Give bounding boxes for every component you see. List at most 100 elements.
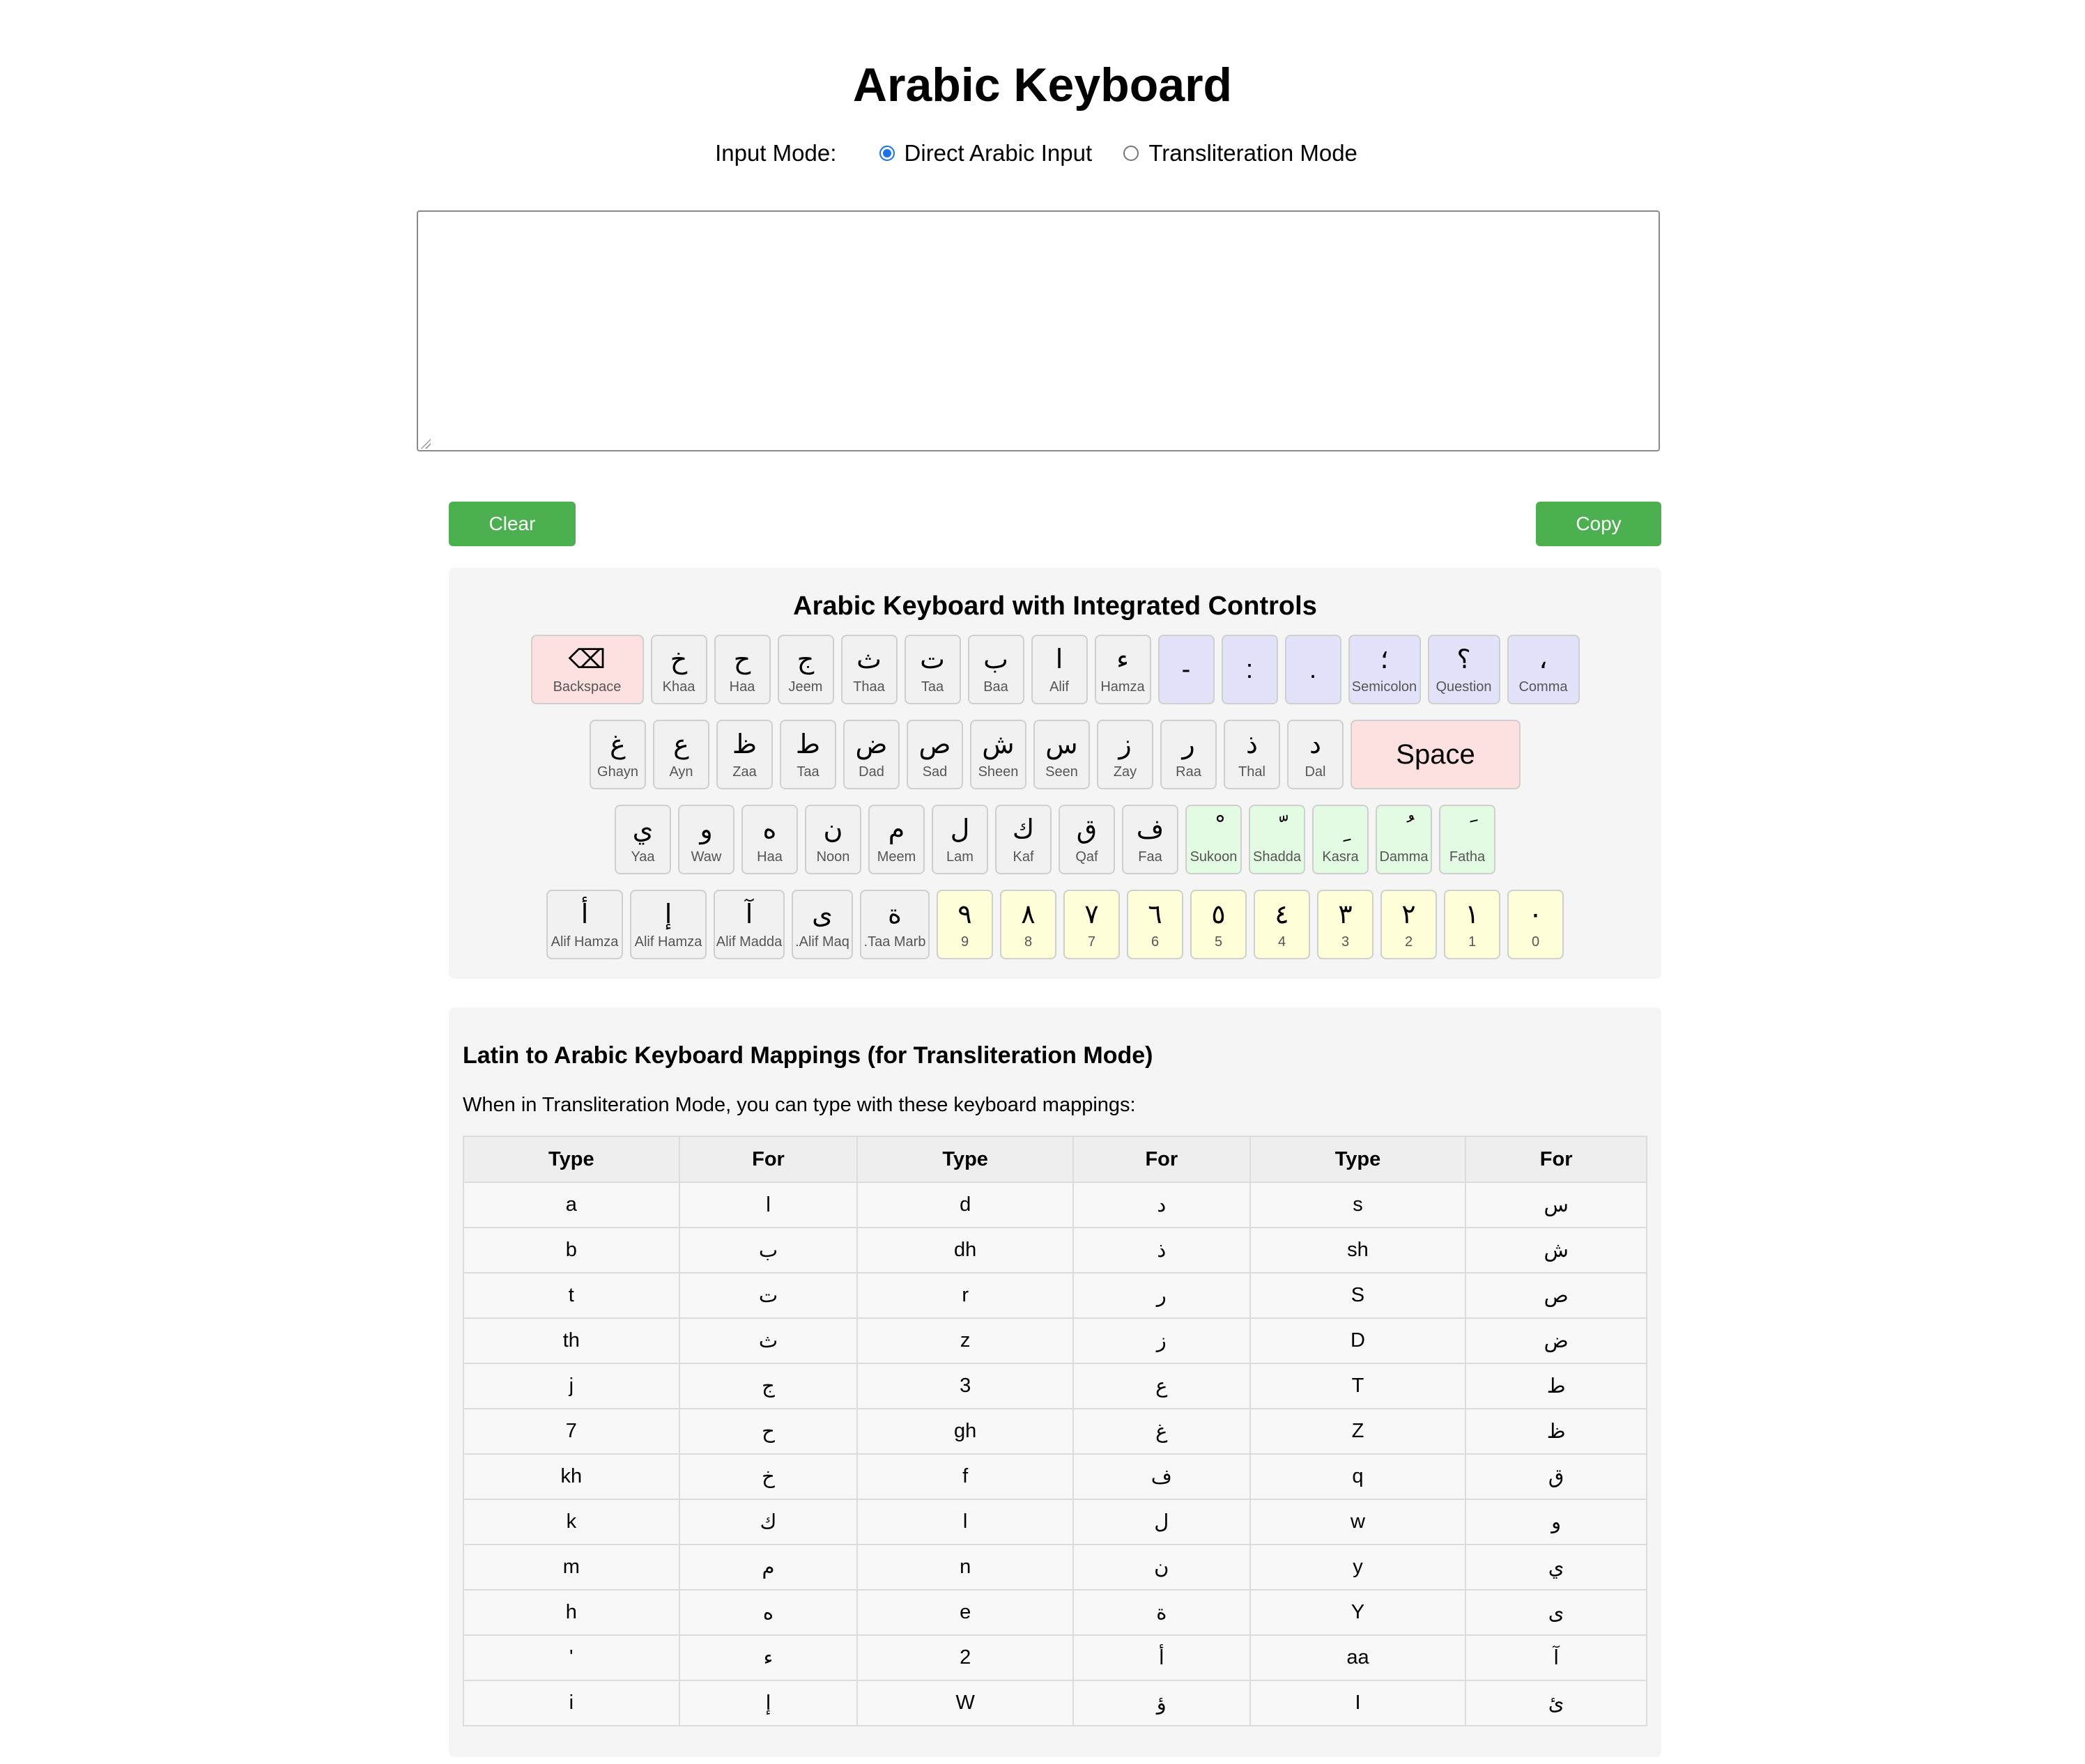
arabic-char-cell: ط: [1465, 1363, 1647, 1409]
latin-key-cell: I: [1249, 1680, 1467, 1726]
key-2[interactable]: ٢2: [1380, 890, 1437, 959]
key-char: .: [1309, 655, 1317, 684]
key-zaa[interactable]: ظ Zaa: [716, 720, 773, 789]
key-char: Space: [1396, 739, 1475, 770]
keyboard-title: Arabic Keyboard with Integrated Controls: [793, 591, 1317, 621]
key-symbol-11[interactable]: .: [1284, 635, 1341, 704]
key-yaa[interactable]: ي Yaa: [615, 805, 671, 874]
key-char: ل: [950, 815, 970, 844]
key-taa[interactable]: ت Taa: [904, 635, 961, 704]
key-taa[interactable]: ط Taa: [780, 720, 836, 789]
key-sheen[interactable]: ش Sheen: [970, 720, 1026, 789]
key-raa[interactable]: ر Raa: [1160, 720, 1217, 789]
arabic-char-cell: أ: [1072, 1634, 1251, 1681]
radio-button-checked[interactable]: [879, 146, 895, 161]
key-char: ٢: [1401, 900, 1416, 929]
radio-transliteration[interactable]: Transliteration Mode: [1123, 137, 1357, 170]
key-9[interactable]: ٩9: [937, 890, 993, 959]
table-row: ' ء 2 أ aa آ: [463, 1634, 1647, 1681]
key-4[interactable]: ٤4: [1254, 890, 1310, 959]
key-char: غ: [610, 730, 626, 759]
arabic-char-cell: ص: [1465, 1272, 1647, 1319]
latin-key-cell: dh: [856, 1227, 1074, 1274]
key-shadda[interactable]: ّShadda: [1249, 805, 1305, 874]
key-symbol-10[interactable]: :: [1221, 635, 1278, 704]
key-char: م: [888, 815, 905, 844]
latin-key-cell: z: [856, 1317, 1074, 1364]
key-seen[interactable]: س Seen: [1033, 720, 1090, 789]
key-dad[interactable]: ض Dad: [843, 720, 900, 789]
radio-direct-arabic-label[interactable]: Direct Arabic Input: [905, 137, 1093, 170]
key-waw[interactable]: و Waw: [678, 805, 734, 874]
key-noon[interactable]: ن Noon: [805, 805, 861, 874]
key-1[interactable]: ١1: [1444, 890, 1500, 959]
key-label: Thal: [1238, 764, 1265, 780]
key-label: Question: [1436, 679, 1492, 695]
resize-grip-icon[interactable]: [420, 438, 431, 449]
key-sukoon[interactable]: ْSukoon: [1185, 805, 1242, 874]
key-char: د: [1309, 730, 1321, 759]
key-khaa[interactable]: خ Khaa: [650, 635, 707, 704]
key-7[interactable]: ٧7: [1063, 890, 1120, 959]
key-haa[interactable]: ه Haa: [741, 805, 798, 874]
key-ayn[interactable]: ع Ayn: [653, 720, 709, 789]
column-header: Type: [463, 1136, 680, 1183]
key-damma[interactable]: ُDamma: [1376, 805, 1432, 874]
clear-text-button[interactable]: Clear Text: [449, 502, 576, 579]
key-0[interactable]: ٠0: [1507, 890, 1564, 959]
key-taa-marb[interactable]: ة .Taa Marb: [860, 890, 930, 959]
table-row: hهeةYى: [463, 1589, 1647, 1636]
key-6[interactable]: ٦6: [1127, 890, 1183, 959]
key-char: ش: [982, 730, 1015, 759]
key-semicolon[interactable]: ؛ Semicolon: [1348, 635, 1421, 704]
key-comma[interactable]: ، Comma: [1507, 635, 1580, 704]
key-jeem[interactable]: ج Jeem: [777, 635, 834, 704]
key-symbol-9[interactable]: -: [1157, 635, 1215, 704]
key-thal[interactable]: ذ Thal: [1224, 720, 1280, 789]
key-faa[interactable]: ف Faa: [1122, 805, 1178, 874]
key-ghayn[interactable]: غ Ghayn: [590, 720, 646, 789]
key-zay[interactable]: ز Zay: [1097, 720, 1153, 789]
key-alif[interactable]: ا Alif: [1031, 635, 1088, 704]
key-label: 7: [1087, 934, 1096, 950]
key-sad[interactable]: ص Sad: [907, 720, 963, 789]
key-alif-hamza[interactable]: إ Alif Hamza: [630, 890, 707, 959]
key-alif-maq[interactable]: ى .Alif Maq: [792, 890, 853, 959]
key-thaa[interactable]: ث Thaa: [840, 635, 898, 704]
key-space[interactable]: Space: [1351, 720, 1521, 789]
key-char: ق: [1076, 815, 1098, 844]
column-header: For: [1072, 1136, 1251, 1183]
key-fatha[interactable]: َFatha: [1439, 805, 1495, 874]
latin-key-cell: e: [856, 1589, 1074, 1636]
key-label: Thaa: [853, 679, 885, 695]
key-alif-madda[interactable]: آ Alif Madda: [714, 890, 785, 959]
key-baa[interactable]: ب Baa: [967, 635, 1024, 704]
arabic-char-cell: ذ: [1072, 1227, 1251, 1274]
copy-text-button[interactable]: Copy Text: [1536, 502, 1661, 579]
radio-button-unchecked[interactable]: [1123, 146, 1139, 161]
table-row: jج3عTط: [463, 1363, 1647, 1409]
key-qaf[interactable]: ق Qaf: [1059, 805, 1115, 874]
key-alif-hamza[interactable]: أ Alif Hamza: [546, 890, 623, 959]
arabic-char-cell: إ: [678, 1680, 859, 1726]
key-kasra[interactable]: ِKasra: [1312, 805, 1369, 874]
key-dal[interactable]: د Dal: [1287, 720, 1344, 789]
key-label: 4: [1277, 934, 1286, 950]
key-meem[interactable]: م Meem: [868, 805, 925, 874]
key-kaf[interactable]: ك Kaf: [995, 805, 1052, 874]
latin-key-cell: 2: [856, 1634, 1074, 1681]
text-input-area[interactable]: [417, 210, 1660, 451]
radio-transliteration-label[interactable]: Transliteration Mode: [1148, 137, 1357, 170]
key-question[interactable]: ؟ Question: [1427, 635, 1500, 704]
key-5[interactable]: ٥5: [1190, 890, 1247, 959]
key-lam[interactable]: ل Lam: [932, 805, 988, 874]
key-hamza[interactable]: ء Hamza: [1094, 635, 1151, 704]
key-3[interactable]: ٣3: [1317, 890, 1374, 959]
key-label: Baa: [983, 679, 1008, 695]
table-row: kكlلwو: [463, 1499, 1647, 1545]
key-backspace[interactable]: ⌫ Backspace: [530, 635, 644, 704]
radio-direct-arabic[interactable]: Direct Arabic Input: [879, 137, 1093, 170]
key-8[interactable]: ٨8: [1000, 890, 1056, 959]
key-haa[interactable]: ح Haa: [714, 635, 771, 704]
key-label: Fatha: [1449, 849, 1486, 865]
